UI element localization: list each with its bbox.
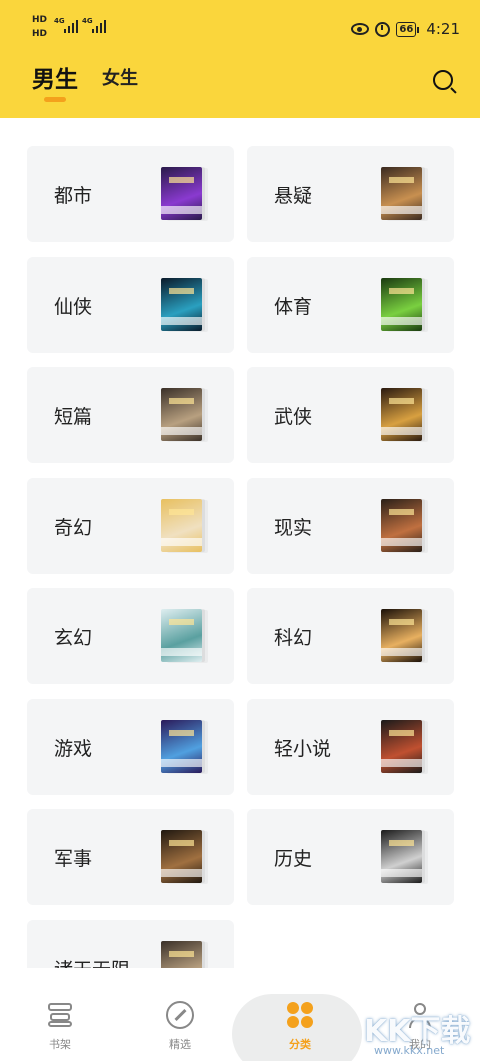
nav-label: 书架 xyxy=(49,1038,71,1051)
category-card[interactable]: 现实 xyxy=(247,477,454,574)
category-label: 诸天无限 xyxy=(54,955,130,969)
book-cover-image xyxy=(381,498,422,552)
category-label: 都市 xyxy=(54,185,93,207)
book-cover-image xyxy=(161,609,202,662)
category-card[interactable]: 奇幻 xyxy=(27,477,234,574)
book-cover-image xyxy=(381,167,422,220)
category-card[interactable]: 诸天无限 xyxy=(27,919,234,969)
category-card[interactable]: 仙侠 xyxy=(27,256,234,353)
nav-category[interactable]: 分类 xyxy=(252,968,348,1061)
category-card[interactable]: 武侠 xyxy=(247,367,454,463)
bookshelf-icon xyxy=(46,1001,74,1029)
top-header: HD HD 4G 4G 66 4:21 男生 女生 xyxy=(0,0,480,118)
active-tab-indicator xyxy=(44,97,66,102)
category-label: 游戏 xyxy=(54,737,93,760)
category-label: 军事 xyxy=(54,848,93,870)
book-cover-image xyxy=(161,719,202,773)
hd-badge: HD xyxy=(32,15,48,25)
nav-label: 分类 xyxy=(289,1038,311,1051)
clock-time: 4:21 xyxy=(426,20,460,38)
category-card[interactable]: 轻小说 xyxy=(247,698,454,795)
signal-icon xyxy=(64,19,78,33)
book-cover-image xyxy=(161,940,202,968)
category-label: 体育 xyxy=(274,295,313,318)
category-label: 仙侠 xyxy=(54,295,93,318)
alarm-icon xyxy=(375,21,391,37)
compass-icon xyxy=(166,1001,194,1029)
category-label: 历史 xyxy=(274,848,313,870)
nav-featured[interactable]: 精选 xyxy=(132,968,228,1061)
category-label: 武侠 xyxy=(274,406,313,428)
tab-male[interactable]: 男生 xyxy=(32,60,78,94)
battery-icon: 66 xyxy=(396,21,420,37)
tab-female[interactable]: 女生 xyxy=(102,64,138,90)
search-icon[interactable] xyxy=(432,69,458,95)
book-cover-image xyxy=(381,388,422,441)
book-cover-image xyxy=(381,277,422,331)
book-cover-image xyxy=(161,277,202,331)
status-bar: HD HD 4G 4G 66 4:21 xyxy=(0,0,480,56)
nav-label: 精选 xyxy=(169,1038,191,1051)
book-cover-image xyxy=(381,719,422,773)
category-card[interactable]: 历史 xyxy=(247,809,454,905)
watermark-url: www.kkx.net xyxy=(374,1044,445,1057)
category-card[interactable]: 游戏 xyxy=(27,698,234,795)
category-card[interactable]: 短篇 xyxy=(27,367,234,463)
network-indicators: HD HD 4G 4G xyxy=(32,15,122,43)
category-label: 轻小说 xyxy=(274,737,332,760)
book-cover-image xyxy=(381,830,422,883)
category-card[interactable]: 体育 xyxy=(247,256,454,353)
book-cover-image xyxy=(161,830,202,883)
book-cover-image xyxy=(161,498,202,552)
category-card[interactable]: 悬疑 xyxy=(247,146,454,242)
category-label: 奇幻 xyxy=(54,516,93,539)
category-icon xyxy=(286,1001,314,1029)
nav-bookshelf[interactable]: 书架 xyxy=(12,968,108,1061)
signal-icon xyxy=(92,19,106,33)
category-label: 悬疑 xyxy=(274,185,313,207)
category-grid: 都市 悬疑仙侠 体育短篇 武侠奇幻 现实玄幻 科幻游戏 轻小说军事 历史诸天无限 xyxy=(0,118,480,968)
category-card[interactable]: 科幻 xyxy=(247,588,454,684)
book-cover-image xyxy=(381,609,422,662)
book-cover-image xyxy=(161,388,202,441)
status-right: 66 4:21 xyxy=(351,18,460,40)
category-card[interactable]: 都市 xyxy=(27,146,234,242)
category-label: 玄幻 xyxy=(54,627,93,649)
category-label: 科幻 xyxy=(274,627,313,649)
book-cover-image xyxy=(161,167,202,220)
category-card[interactable]: 玄幻 xyxy=(27,588,234,684)
category-card[interactable]: 军事 xyxy=(27,809,234,905)
category-label: 短篇 xyxy=(54,406,93,428)
category-label: 现实 xyxy=(274,516,313,539)
hd-badge: HD xyxy=(32,29,48,39)
eye-icon xyxy=(351,23,370,35)
watermark: KK下载 www.kkx.net xyxy=(360,1006,480,1061)
